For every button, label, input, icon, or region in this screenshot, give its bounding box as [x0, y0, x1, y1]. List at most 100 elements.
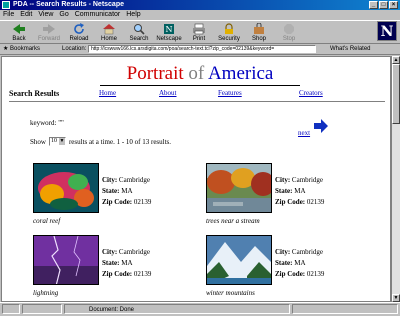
search-label: Search: [129, 36, 149, 42]
netscape-icon: N: [164, 24, 174, 34]
svg-text:N: N: [166, 25, 173, 34]
results-per-page-row: Show 10 ▼ results at a time. 1 - 10 of 13…: [30, 137, 171, 146]
shop-button[interactable]: Shop: [244, 22, 274, 44]
state-label: State:: [275, 187, 293, 195]
netscape-button[interactable]: N Netscape: [154, 22, 184, 44]
menu-help[interactable]: Help: [126, 10, 140, 20]
banner-word-of: of: [188, 63, 205, 84]
city-value: Cambridge: [291, 248, 324, 256]
chevron-down-icon: ▼: [58, 138, 65, 145]
forward-arrow-icon: [43, 24, 55, 34]
result-thumbnail[interactable]: [33, 163, 99, 213]
netscape-app-icon: [2, 1, 10, 9]
city-value: Cambridge: [118, 176, 151, 184]
url-field[interactable]: http://lcswww166.lcs.arsdigita.com/poa/s…: [88, 45, 316, 53]
back-button[interactable]: Back: [4, 22, 34, 44]
vertical-scrollbar[interactable]: ▲ ▼: [391, 56, 400, 302]
result-thumbnail[interactable]: [206, 235, 272, 285]
status-component-bar: [292, 304, 398, 314]
location-label: Location:: [62, 46, 87, 52]
result-caption: winter mountains: [206, 289, 255, 297]
page-content: Portrait of America Search Results Home …: [1, 56, 391, 302]
menu-file[interactable]: File: [3, 10, 14, 20]
minimize-button[interactable]: _: [369, 1, 378, 9]
forward-label: Forward: [37, 36, 60, 42]
menu-go[interactable]: Go: [59, 10, 68, 20]
bookmarks-button[interactable]: ★ Bookmarks: [3, 44, 40, 54]
whats-related-label: What's Related: [330, 46, 371, 52]
lightning-photo: [34, 236, 98, 284]
stop-label: Stop: [282, 36, 296, 42]
city-label: City:: [275, 176, 291, 184]
results-per-page-value: 10: [50, 138, 57, 144]
state-value: MA: [294, 259, 306, 267]
city-value: Cambridge: [118, 248, 151, 256]
next-link[interactable]: next: [298, 129, 310, 137]
close-button[interactable]: ×: [389, 1, 398, 9]
search-button[interactable]: Search: [124, 22, 154, 44]
maximize-button[interactable]: □: [379, 1, 388, 9]
result-caption: lightning: [33, 289, 59, 297]
nav-home-link[interactable]: Home: [99, 89, 116, 97]
show-prefix: Show: [30, 137, 46, 146]
keyword-line: keyword: "": [30, 119, 64, 127]
forward-button[interactable]: Forward: [34, 22, 64, 44]
state-label: State:: [275, 259, 293, 267]
winter-mountains-photo: [207, 236, 271, 284]
menu-view[interactable]: View: [38, 10, 53, 20]
result-caption: coral reef: [33, 217, 61, 225]
bookmarks-label: Bookmarks: [10, 46, 41, 52]
divider: [9, 101, 385, 102]
reload-button[interactable]: Reload: [64, 22, 94, 44]
whats-related-button[interactable]: What's Related: [330, 44, 371, 54]
scroll-thumb[interactable]: [392, 64, 400, 124]
status-bar: Document: Done: [0, 302, 400, 314]
home-icon: [103, 24, 115, 35]
location-bar: ★ Bookmarks Location: http://lcswww166.l…: [0, 44, 400, 55]
nav-features-link[interactable]: Features: [218, 89, 242, 97]
print-label: Print: [192, 36, 206, 42]
print-icon: [193, 23, 205, 35]
scroll-down-button[interactable]: ▼: [392, 294, 400, 302]
security-lock-icon: [225, 23, 233, 34]
coral-reef-photo: [34, 164, 98, 212]
zip-value: 02139: [306, 198, 325, 206]
state-label: State:: [102, 259, 120, 267]
netscape-label: Netscape: [156, 36, 182, 42]
zip-value: 02139: [133, 270, 152, 278]
banner-word-america: America: [207, 63, 274, 84]
home-label: Home: [100, 36, 117, 42]
scroll-up-button[interactable]: ▲: [392, 56, 400, 64]
back-arrow-icon: [13, 24, 25, 34]
results-count-text: results at a time. 1 - 10 of 13 results.: [68, 137, 172, 146]
zip-label: Zip Code:: [102, 198, 133, 206]
site-banner[interactable]: Portrait of America: [100, 63, 300, 86]
city-value: Cambridge: [291, 176, 324, 184]
stop-button[interactable]: Stop: [274, 22, 304, 44]
nav-about-link[interactable]: About: [159, 89, 177, 97]
next-arrow-icon[interactable]: [313, 119, 329, 133]
status-text: Document: Done: [64, 304, 290, 314]
security-button[interactable]: Security: [214, 22, 244, 44]
menu-edit[interactable]: Edit: [20, 10, 32, 20]
stop-icon: [284, 24, 294, 34]
state-label: State:: [102, 187, 120, 195]
result-thumbnail[interactable]: [206, 163, 272, 213]
results-per-page-select[interactable]: 10 ▼: [48, 137, 66, 146]
reload-icon: [74, 23, 84, 34]
window-controls: _ □ ×: [369, 1, 398, 9]
print-button[interactable]: Print: [184, 22, 214, 44]
menu-communicator[interactable]: Communicator: [75, 10, 121, 20]
state-value: MA: [121, 259, 133, 267]
state-value: MA: [294, 187, 306, 195]
menu-bar: File Edit View Go Communicator Help: [0, 10, 400, 20]
zip-label: Zip Code:: [102, 270, 133, 278]
nav-creators-link[interactable]: Creators: [299, 89, 323, 97]
netscape-logo: N: [377, 21, 397, 41]
trees-stream-photo: [207, 164, 271, 212]
result-thumbnail[interactable]: [33, 235, 99, 285]
progress-meter: [22, 304, 62, 314]
result-info: City: Cambridge State: MA Zip Code: 0213…: [275, 247, 324, 280]
zip-label: Zip Code:: [275, 270, 306, 278]
home-button[interactable]: Home: [94, 22, 124, 44]
